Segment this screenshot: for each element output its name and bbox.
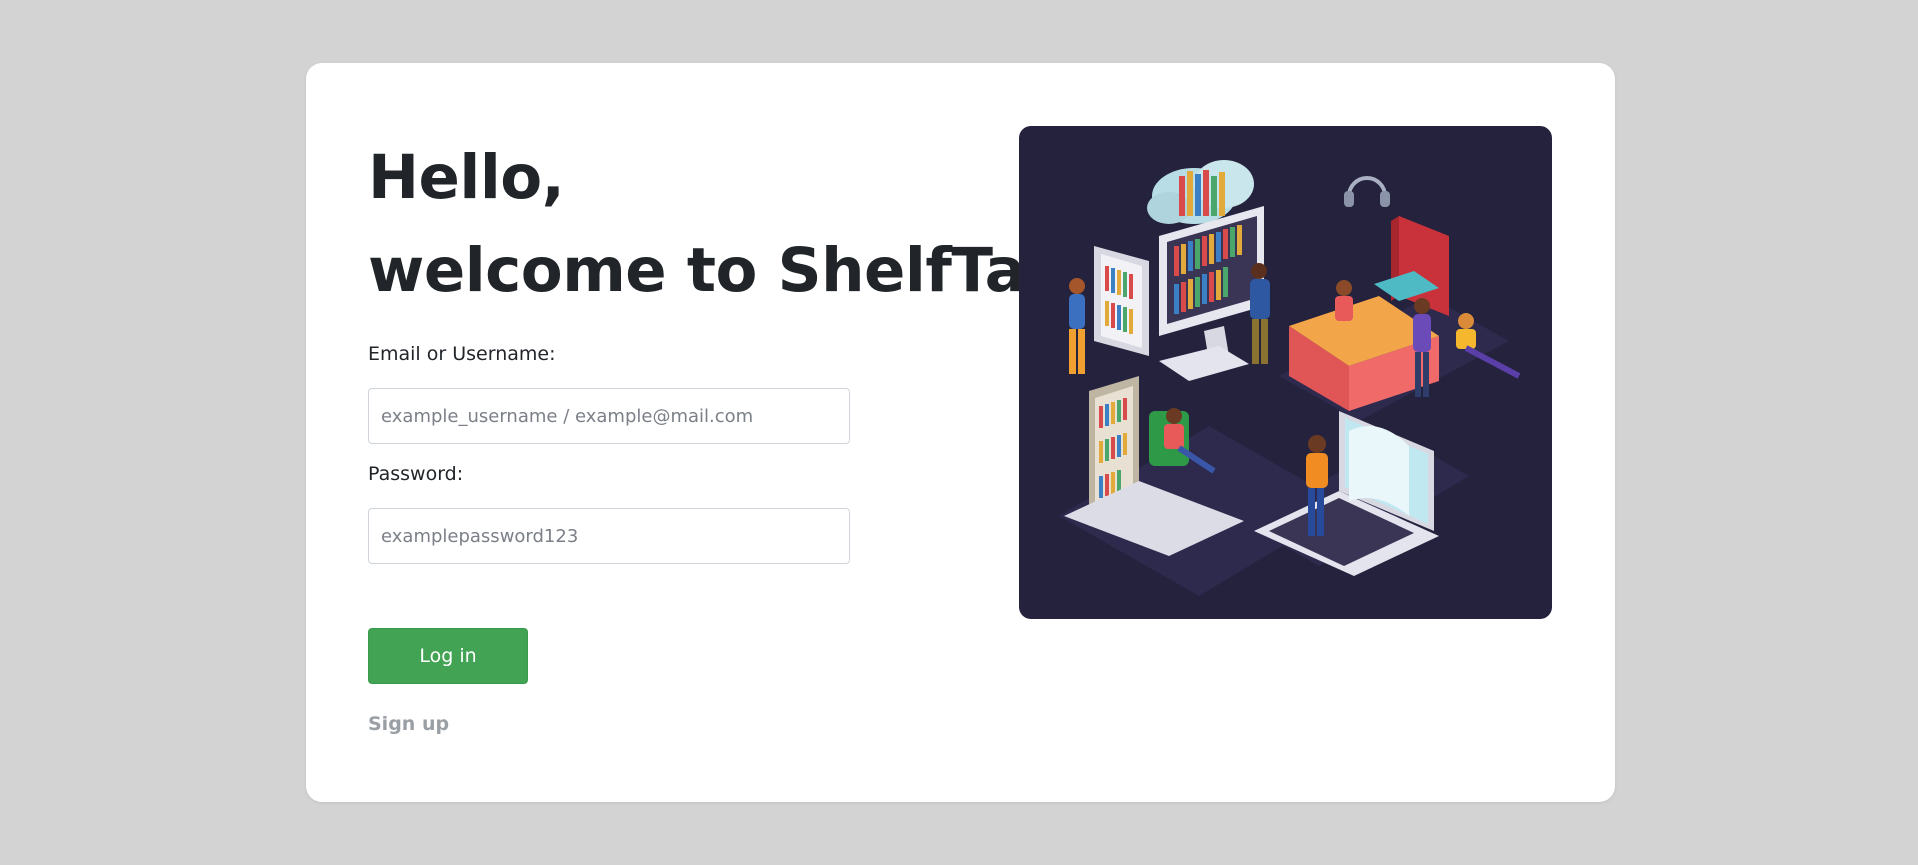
greeting-heading: Hello,	[368, 142, 565, 213]
welcome-heading: welcome to ShelfTalk!	[368, 235, 1114, 306]
password-input[interactable]	[368, 508, 850, 564]
login-card: Hello, welcome to ShelfTalk! Email or Us…	[306, 63, 1615, 802]
password-label: Password:	[368, 463, 464, 485]
login-form-panel: Hello, welcome to ShelfTalk! Email or Us…	[368, 63, 1114, 802]
library-illustration-icon	[1059, 160, 1521, 596]
login-button[interactable]: Log in	[368, 628, 528, 684]
library-illustration	[1019, 126, 1552, 619]
email-label: Email or Username:	[368, 343, 556, 365]
signup-link[interactable]: Sign up	[368, 713, 449, 735]
email-input[interactable]	[368, 388, 850, 444]
